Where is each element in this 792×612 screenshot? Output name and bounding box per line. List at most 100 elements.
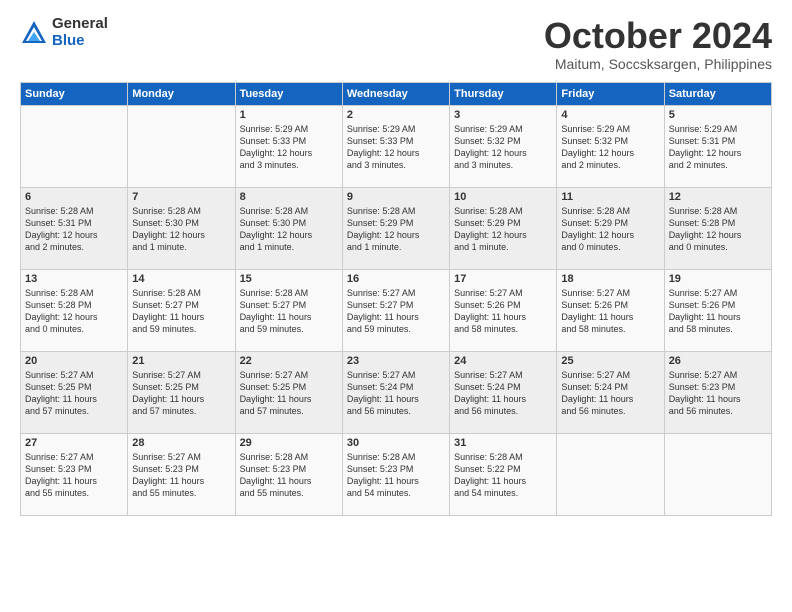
day-info: Sunrise: 5:28 AM Sunset: 5:28 PM Dayligh… bbox=[669, 205, 767, 254]
calendar-cell: 17 Sunrise: 5:27 AM Sunset: 5:26 PM Dayli… bbox=[450, 269, 557, 351]
week-row-3: 13Sunrise: 5:28 AM Sunset: 5:28 PM Dayli… bbox=[21, 269, 772, 351]
page: General Blue October 2024 Maitum, Soccsk… bbox=[0, 0, 792, 612]
day-info: Sunrise: 5:28 AM Sunset: 5:27 PM Dayligh… bbox=[240, 287, 338, 336]
calendar-cell: 5Sunrise: 5:29 AM Sunset: 5:31 PM Daylig… bbox=[664, 105, 771, 187]
day-number: 3 bbox=[454, 109, 552, 121]
calendar-cell bbox=[557, 433, 664, 515]
day-number: 31 bbox=[454, 437, 552, 449]
day-info: Sunrise: 5:28 AM Sunset: 5:27 PM Dayligh… bbox=[132, 287, 230, 336]
title-block: October 2024 Maitum, Soccsksargen, Phili… bbox=[544, 16, 772, 72]
day-number: 25 bbox=[561, 355, 659, 367]
day-info: Sunrise: 5:27 AM Sunset: 5:26 PM Dayligh… bbox=[561, 287, 659, 336]
day-info: Sunrise: 5:28 AM Sunset: 5:23 PM Dayligh… bbox=[347, 451, 445, 500]
calendar-cell: 22 Sunrise: 5:27 AM Sunset: 5:25 PM Dayli… bbox=[235, 351, 342, 433]
day-number: 26 bbox=[669, 355, 767, 367]
calendar-cell: 31 Sunrise: 5:28 AM Sunset: 5:22 PM Dayli… bbox=[450, 433, 557, 515]
month-title: October 2024 bbox=[544, 16, 772, 56]
calendar-cell bbox=[128, 105, 235, 187]
day-number: 1 bbox=[240, 109, 338, 121]
day-info: Sunrise: 5:27 AM Sunset: 5:26 PM Dayligh… bbox=[669, 287, 767, 336]
day-number: 21 bbox=[132, 355, 230, 367]
day-info: Sunrise: 5:29 AM Sunset: 5:33 PM Dayligh… bbox=[347, 123, 445, 172]
calendar-cell bbox=[21, 105, 128, 187]
week-row-2: 6 Sunrise: 5:28 AM Sunset: 5:31 PM Daylig… bbox=[21, 187, 772, 269]
day-number: 2 bbox=[347, 109, 445, 121]
day-info: Sunrise: 5:27 AM Sunset: 5:23 PM Dayligh… bbox=[25, 451, 123, 500]
day-info: Sunrise: 5:27 AM Sunset: 5:25 PM Dayligh… bbox=[240, 369, 338, 418]
weekday-header-thursday: Thursday bbox=[450, 82, 557, 105]
weekday-header-friday: Friday bbox=[557, 82, 664, 105]
logo-icon bbox=[20, 19, 48, 47]
weekday-header-tuesday: Tuesday bbox=[235, 82, 342, 105]
calendar-cell: 23 Sunrise: 5:27 AM Sunset: 5:24 PM Dayli… bbox=[342, 351, 449, 433]
day-number: 15 bbox=[240, 273, 338, 285]
day-number: 8 bbox=[240, 191, 338, 203]
day-number: 22 bbox=[240, 355, 338, 367]
calendar-cell: 9Sunrise: 5:28 AM Sunset: 5:29 PM Daylig… bbox=[342, 187, 449, 269]
day-number: 11 bbox=[561, 191, 659, 203]
day-number: 10 bbox=[454, 191, 552, 203]
day-number: 14 bbox=[132, 273, 230, 285]
day-number: 30 bbox=[347, 437, 445, 449]
day-number: 20 bbox=[25, 355, 123, 367]
day-number: 9 bbox=[347, 191, 445, 203]
day-number: 5 bbox=[669, 109, 767, 121]
day-number: 28 bbox=[132, 437, 230, 449]
day-info: Sunrise: 5:27 AM Sunset: 5:24 PM Dayligh… bbox=[454, 369, 552, 418]
week-row-1: 1 Sunrise: 5:29 AM Sunset: 5:33 PM Daylig… bbox=[21, 105, 772, 187]
calendar-cell: 28Sunrise: 5:27 AM Sunset: 5:23 PM Dayli… bbox=[128, 433, 235, 515]
calendar-cell: 3 Sunrise: 5:29 AM Sunset: 5:32 PM Daylig… bbox=[450, 105, 557, 187]
day-info: Sunrise: 5:27 AM Sunset: 5:24 PM Dayligh… bbox=[347, 369, 445, 418]
day-number: 23 bbox=[347, 355, 445, 367]
calendar-cell: 20 Sunrise: 5:27 AM Sunset: 5:25 PM Dayli… bbox=[21, 351, 128, 433]
calendar-cell: 12 Sunrise: 5:28 AM Sunset: 5:28 PM Dayli… bbox=[664, 187, 771, 269]
day-info: Sunrise: 5:28 AM Sunset: 5:30 PM Dayligh… bbox=[132, 205, 230, 254]
day-info: Sunrise: 5:27 AM Sunset: 5:25 PM Dayligh… bbox=[25, 369, 123, 418]
day-info: Sunrise: 5:28 AM Sunset: 5:29 PM Dayligh… bbox=[561, 205, 659, 254]
day-info: Sunrise: 5:27 AM Sunset: 5:23 PM Dayligh… bbox=[669, 369, 767, 418]
weekday-header-monday: Monday bbox=[128, 82, 235, 105]
location-subtitle: Maitum, Soccsksargen, Philippines bbox=[544, 56, 772, 72]
calendar-body: 1 Sunrise: 5:29 AM Sunset: 5:33 PM Daylig… bbox=[21, 105, 772, 515]
logo: General Blue bbox=[20, 16, 108, 49]
weekday-header-sunday: Sunday bbox=[21, 82, 128, 105]
day-info: Sunrise: 5:27 AM Sunset: 5:27 PM Dayligh… bbox=[347, 287, 445, 336]
calendar-cell: 30 Sunrise: 5:28 AM Sunset: 5:23 PM Dayli… bbox=[342, 433, 449, 515]
calendar-cell: 27 Sunrise: 5:27 AM Sunset: 5:23 PM Dayli… bbox=[21, 433, 128, 515]
day-info: Sunrise: 5:29 AM Sunset: 5:32 PM Dayligh… bbox=[561, 123, 659, 172]
day-info: Sunrise: 5:29 AM Sunset: 5:33 PM Dayligh… bbox=[240, 123, 338, 172]
calendar-cell: 21 Sunrise: 5:27 AM Sunset: 5:25 PM Dayli… bbox=[128, 351, 235, 433]
calendar-cell: 11 Sunrise: 5:28 AM Sunset: 5:29 PM Dayli… bbox=[557, 187, 664, 269]
calendar-cell: 26 Sunrise: 5:27 AM Sunset: 5:23 PM Dayli… bbox=[664, 351, 771, 433]
logo-blue-label: Blue bbox=[52, 33, 108, 50]
calendar-header: SundayMondayTuesdayWednesdayThursdayFrid… bbox=[21, 82, 772, 105]
day-number: 7 bbox=[132, 191, 230, 203]
calendar-cell: 2 Sunrise: 5:29 AM Sunset: 5:33 PM Daylig… bbox=[342, 105, 449, 187]
day-info: Sunrise: 5:28 AM Sunset: 5:22 PM Dayligh… bbox=[454, 451, 552, 500]
day-info: Sunrise: 5:27 AM Sunset: 5:26 PM Dayligh… bbox=[454, 287, 552, 336]
calendar-cell: 1 Sunrise: 5:29 AM Sunset: 5:33 PM Daylig… bbox=[235, 105, 342, 187]
week-row-4: 20 Sunrise: 5:27 AM Sunset: 5:25 PM Dayli… bbox=[21, 351, 772, 433]
calendar-cell: 25Sunrise: 5:27 AM Sunset: 5:24 PM Dayli… bbox=[557, 351, 664, 433]
day-info: Sunrise: 5:28 AM Sunset: 5:30 PM Dayligh… bbox=[240, 205, 338, 254]
logo-general-label: General bbox=[52, 16, 108, 33]
day-number: 27 bbox=[25, 437, 123, 449]
calendar-cell: 13Sunrise: 5:28 AM Sunset: 5:28 PM Dayli… bbox=[21, 269, 128, 351]
weekday-header-wednesday: Wednesday bbox=[342, 82, 449, 105]
header: General Blue October 2024 Maitum, Soccsk… bbox=[20, 16, 772, 72]
day-info: Sunrise: 5:29 AM Sunset: 5:32 PM Dayligh… bbox=[454, 123, 552, 172]
calendar-cell: 6 Sunrise: 5:28 AM Sunset: 5:31 PM Daylig… bbox=[21, 187, 128, 269]
calendar-cell: 19Sunrise: 5:27 AM Sunset: 5:26 PM Dayli… bbox=[664, 269, 771, 351]
day-number: 29 bbox=[240, 437, 338, 449]
day-number: 17 bbox=[454, 273, 552, 285]
day-info: Sunrise: 5:27 AM Sunset: 5:25 PM Dayligh… bbox=[132, 369, 230, 418]
day-number: 12 bbox=[669, 191, 767, 203]
day-info: Sunrise: 5:28 AM Sunset: 5:31 PM Dayligh… bbox=[25, 205, 123, 254]
calendar-cell: 4Sunrise: 5:29 AM Sunset: 5:32 PM Daylig… bbox=[557, 105, 664, 187]
calendar-cell: 24Sunrise: 5:27 AM Sunset: 5:24 PM Dayli… bbox=[450, 351, 557, 433]
day-number: 6 bbox=[25, 191, 123, 203]
calendar-cell: 16 Sunrise: 5:27 AM Sunset: 5:27 PM Dayli… bbox=[342, 269, 449, 351]
day-number: 18 bbox=[561, 273, 659, 285]
day-number: 16 bbox=[347, 273, 445, 285]
week-row-5: 27 Sunrise: 5:27 AM Sunset: 5:23 PM Dayli… bbox=[21, 433, 772, 515]
